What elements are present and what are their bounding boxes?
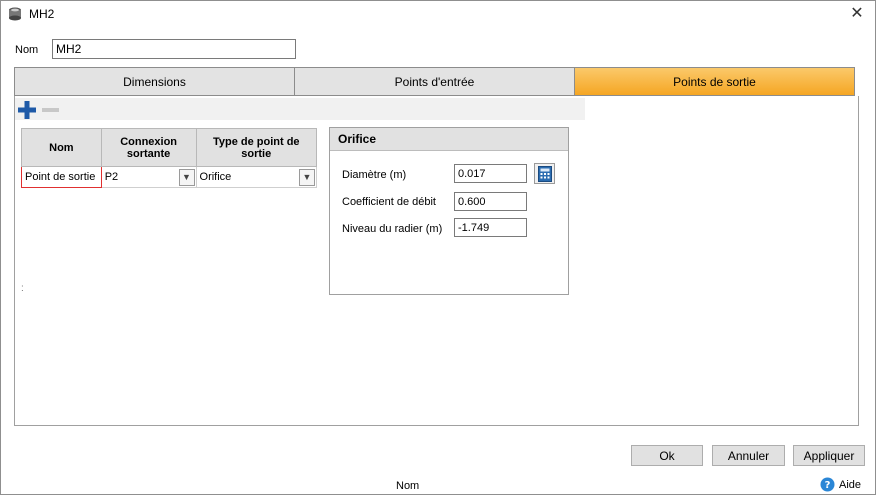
help-link[interactable]: ? Aide xyxy=(820,477,861,492)
svg-text:?: ? xyxy=(825,480,831,491)
table-row: Point de sortie P2 ▼ Orifice ▼ xyxy=(21,166,318,188)
calculator-icon xyxy=(537,165,552,182)
diameter-label: Diamètre (m) xyxy=(342,169,407,181)
column-header-nom[interactable]: Nom xyxy=(21,128,102,167)
stray-mark: : xyxy=(21,283,24,294)
column-header-connexion[interactable]: Connexion sortante xyxy=(100,128,197,167)
diameter-input[interactable] xyxy=(454,164,527,183)
calculator-button[interactable] xyxy=(534,163,555,184)
minus-icon[interactable] xyxy=(42,108,59,112)
outlet-points-grid: Nom Connexion sortante Type de point de … xyxy=(21,128,318,188)
chevron-down-icon[interactable]: ▼ xyxy=(178,168,195,186)
title-bar: MH2 ✕ xyxy=(1,1,875,27)
ok-button[interactable]: Ok xyxy=(631,445,703,466)
column-header-type[interactable]: Type de point de sortie xyxy=(195,128,318,167)
manhole-icon xyxy=(9,7,21,21)
window-title: MH2 xyxy=(29,7,55,21)
tab-points-sortie[interactable]: Points de sortie xyxy=(575,68,854,95)
name-input[interactable] xyxy=(52,39,296,59)
plus-icon[interactable] xyxy=(18,101,36,119)
status-text: Nom xyxy=(396,480,420,492)
tab-bar: Dimensions Points d'entrée Points de sor… xyxy=(14,67,855,96)
invert-level-label: Niveau du radier (m) xyxy=(342,223,443,235)
panel-title: Orifice xyxy=(330,128,568,151)
tab-dimensions[interactable]: Dimensions xyxy=(15,68,295,95)
discharge-coefficient-label: Coefficient de débit xyxy=(342,196,436,208)
invert-level-input[interactable] xyxy=(454,218,527,237)
cell-connexion[interactable]: P2 ▼ xyxy=(100,166,197,188)
chevron-down-icon[interactable]: ▼ xyxy=(299,168,315,186)
discharge-coefficient-input[interactable] xyxy=(454,192,527,211)
orifice-panel: Orifice Diamètre (m) Coefficient de débi… xyxy=(329,127,569,295)
apply-button[interactable]: Appliquer xyxy=(793,445,865,466)
close-icon: ✕ xyxy=(850,5,864,22)
dialog-window: MH2 ✕ Nom Dimensions Points d'entrée Poi… xyxy=(0,0,876,495)
type-select[interactable]: Orifice ▼ xyxy=(197,168,316,187)
toolbar xyxy=(15,98,585,120)
tab-points-entree[interactable]: Points d'entrée xyxy=(295,68,575,95)
name-label: Nom xyxy=(15,44,39,56)
cancel-button[interactable]: Annuler xyxy=(712,445,785,466)
close-button[interactable]: ✕ xyxy=(847,4,867,24)
help-icon: ? xyxy=(820,477,835,492)
cell-name[interactable]: Point de sortie xyxy=(21,166,102,188)
cell-type[interactable]: Orifice ▼ xyxy=(195,166,318,188)
connexion-select[interactable]: P2 ▼ xyxy=(102,168,196,187)
